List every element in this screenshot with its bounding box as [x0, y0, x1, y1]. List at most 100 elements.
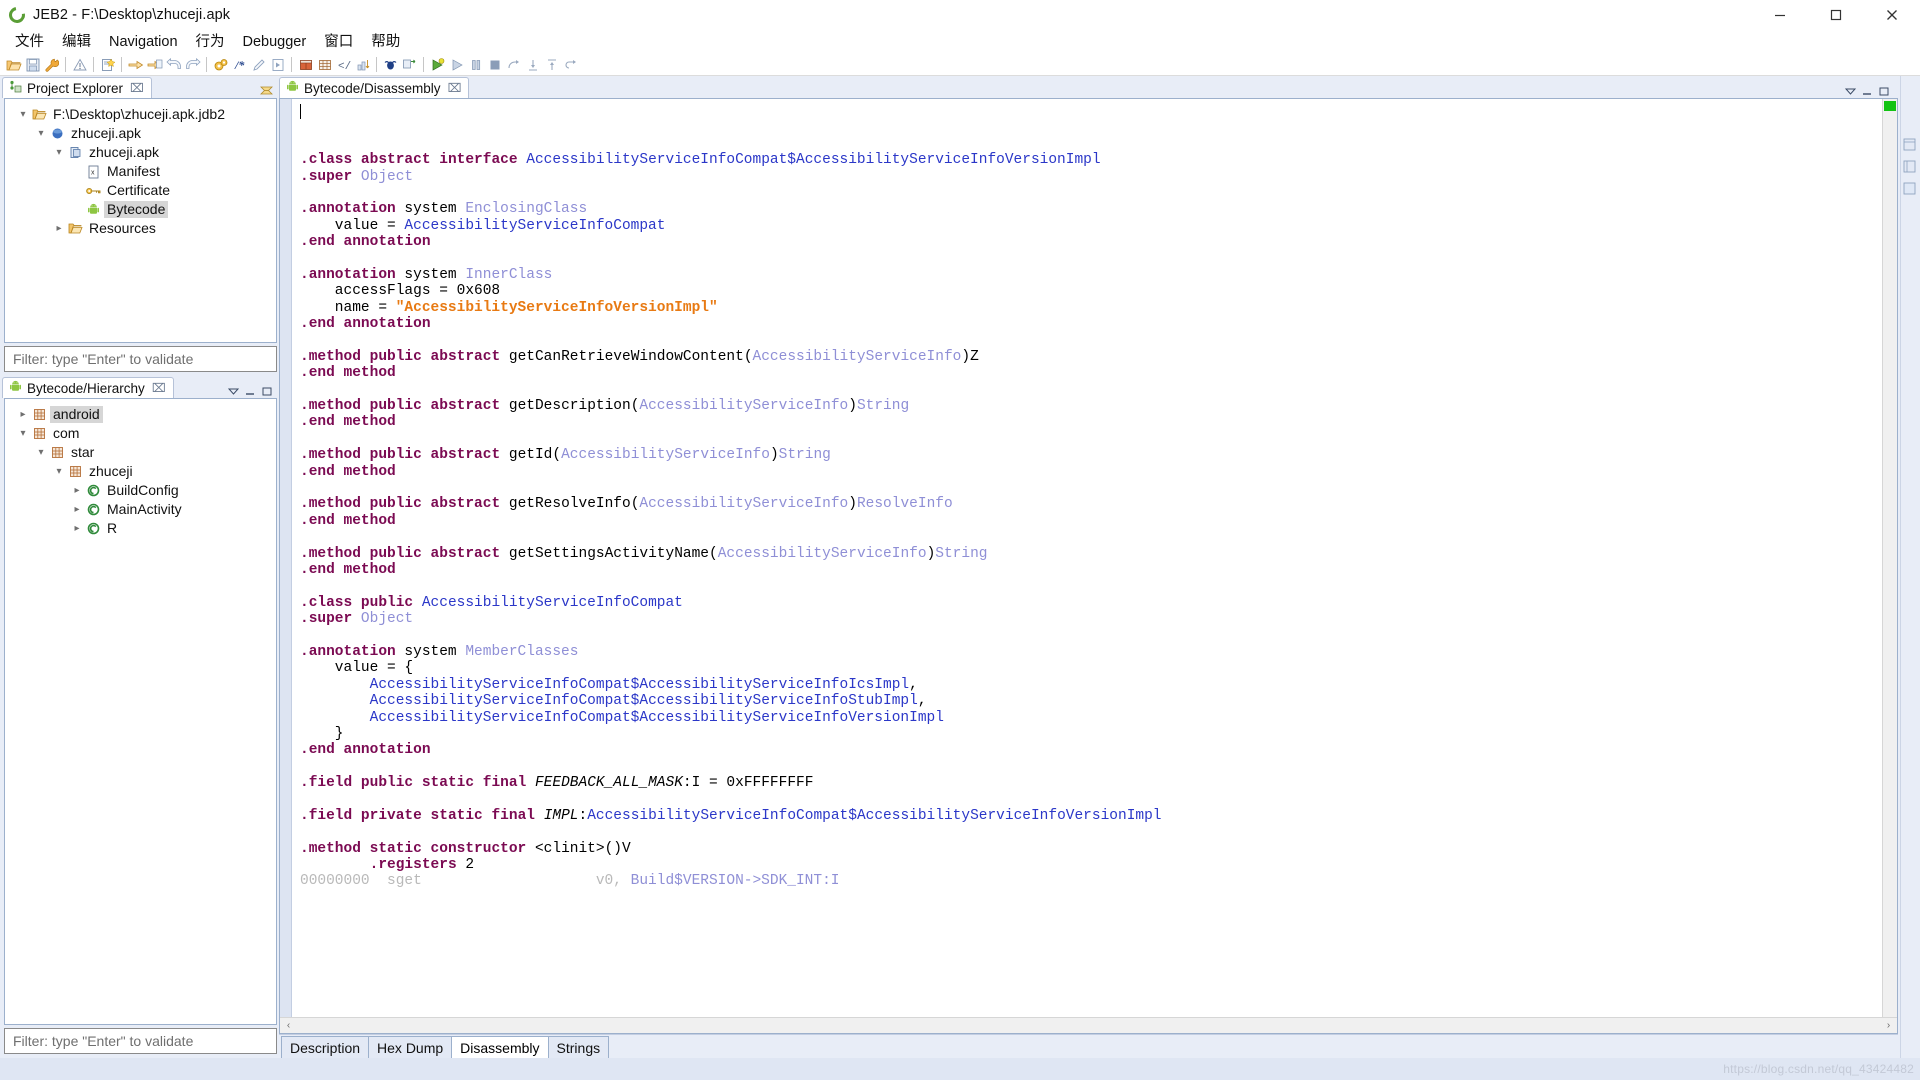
warning-icon[interactable] [70, 55, 89, 74]
maximize-panel-icon[interactable] [1879, 87, 1890, 96]
menu-edit[interactable]: 编辑 [53, 31, 100, 53]
scroll-left-icon[interactable]: ‹ [282, 1020, 295, 1031]
project-explorer-filter[interactable] [4, 346, 277, 372]
tree-item-apk-unit[interactable]: ▾ zhuceji.apk [5, 143, 276, 162]
minimize-panel-icon[interactable] [245, 387, 256, 396]
comment-icon[interactable]: /* [230, 55, 249, 74]
hierarchy-filter[interactable] [4, 1028, 277, 1054]
maximize-panel-icon[interactable] [262, 387, 273, 396]
table-icon[interactable] [296, 55, 315, 74]
minimized-view-icon-1[interactable] [1903, 138, 1917, 152]
gears-icon[interactable] [211, 55, 230, 74]
editor-horizontal-scrollbar[interactable]: ‹ › [280, 1017, 1897, 1033]
step-return-icon[interactable] [542, 55, 561, 74]
chevron-down-icon[interactable]: ▾ [15, 428, 31, 439]
tree-item-bytecode[interactable]: Bytecode [5, 200, 276, 219]
minimized-view-icon-2[interactable] [1903, 160, 1917, 174]
tree-item-resources[interactable]: ▸ Resources [5, 219, 276, 238]
tree-item-com-package[interactable]: ▾ com [5, 424, 276, 443]
tab-disassembly[interactable]: Disassembly [451, 1036, 549, 1058]
tab-strings[interactable]: Strings [547, 1036, 610, 1058]
tree-item-project-root[interactable]: ▾ F:\Desktop\zhuceji.apk.jdb2 [5, 105, 276, 124]
open-folder-icon[interactable] [4, 55, 23, 74]
export-document-icon[interactable] [145, 55, 164, 74]
maximize-button[interactable] [1808, 0, 1864, 30]
chevron-down-icon[interactable]: ▾ [33, 128, 49, 139]
close-button[interactable] [1864, 0, 1920, 30]
debug-run-icon[interactable] [428, 55, 447, 74]
menu-help[interactable]: 帮助 [362, 31, 409, 53]
step-into-icon[interactable] [523, 55, 542, 74]
import-arrow-icon[interactable] [126, 55, 145, 74]
code-token: .end annotation [300, 316, 431, 333]
menu-action[interactable]: 行为 [187, 31, 234, 53]
tree-item-zhuceji-package[interactable]: ▾ zhuceji [5, 462, 276, 481]
close-icon[interactable]: ⌧ [448, 81, 462, 95]
debug-step-icon[interactable] [400, 55, 419, 74]
forward-arrow-icon[interactable] [183, 55, 202, 74]
view-menu-icon[interactable] [1845, 87, 1856, 96]
chevron-right-icon[interactable]: ▸ [69, 485, 85, 496]
tab-bytecode-hierarchy[interactable]: Bytecode/Hierarchy ⌧ [2, 377, 174, 398]
tree-item-star-package[interactable]: ▾ star [5, 443, 276, 462]
tree-item-certificate[interactable]: Certificate [5, 181, 276, 200]
tab-hex-dump[interactable]: Hex Dump [368, 1036, 453, 1058]
code-token: .field [300, 807, 361, 824]
chevron-right-icon[interactable]: ▸ [69, 523, 85, 534]
project-explorer-filter-input[interactable] [11, 350, 270, 368]
tree-item-mainactivity-class[interactable]: ▸ MainActivity [5, 500, 276, 519]
hierarchy-filter-input[interactable] [11, 1032, 270, 1050]
view-menu-icon[interactable] [260, 85, 273, 96]
code-brackets-icon[interactable]: </> [334, 55, 353, 74]
run-script-icon[interactable] [268, 55, 287, 74]
menu-navigation[interactable]: Navigation [100, 31, 187, 53]
editor-vertical-scrollbar[interactable] [1882, 99, 1897, 1017]
disassembly-code-view[interactable]: .class abstract interface AccessibilityS… [292, 99, 1897, 1017]
scroll-right-icon[interactable]: › [1882, 1020, 1895, 1031]
back-arrow-icon[interactable] [164, 55, 183, 74]
chevron-down-icon[interactable]: ▾ [51, 147, 67, 158]
tree-item-android-package[interactable]: ▸ android [5, 405, 276, 424]
tab-description[interactable]: Description [281, 1036, 370, 1058]
step-over-icon[interactable] [504, 55, 523, 74]
bug-icon[interactable] [381, 55, 400, 74]
menu-file[interactable]: 文件 [6, 31, 53, 53]
pencil-icon[interactable] [249, 55, 268, 74]
code-token: : [578, 807, 588, 824]
code-token: , [917, 693, 927, 710]
new-document-icon[interactable] [98, 55, 117, 74]
tab-project-explorer[interactable]: Project Explorer ⌧ [2, 77, 152, 98]
hierarchy-tree-container[interactable]: ▸ android ▾ com ▾ star ▾ zhuceji ▸ Build… [4, 398, 277, 1025]
tree-item-apk-project[interactable]: ▾ zhuceji.apk [5, 124, 276, 143]
debug-play-icon[interactable] [447, 55, 466, 74]
menu-window[interactable]: 窗口 [315, 31, 362, 53]
sort-icon[interactable] [353, 55, 372, 74]
minimized-view-icon-3[interactable] [1903, 182, 1917, 196]
tree-item-buildconfig-class[interactable]: ▸ BuildConfig [5, 481, 276, 500]
chevron-down-icon[interactable]: ▾ [51, 466, 67, 477]
view-menu-icon[interactable] [228, 387, 239, 396]
close-icon[interactable]: ⌧ [152, 381, 166, 395]
wrench-icon[interactable] [42, 55, 61, 74]
step-out-icon[interactable] [561, 55, 580, 74]
chevron-right-icon[interactable]: ▸ [51, 223, 67, 234]
save-icon[interactable] [23, 55, 42, 74]
debug-stop-icon[interactable] [485, 55, 504, 74]
minimize-panel-icon[interactable] [1862, 87, 1873, 96]
project-explorer-tree-container[interactable]: ▾ F:\Desktop\zhuceji.apk.jdb2 ▾ zhuceji.… [4, 98, 277, 343]
chevron-right-icon[interactable]: ▸ [69, 504, 85, 515]
chevron-right-icon[interactable]: ▸ [15, 409, 31, 420]
scrollbar-thumb[interactable] [1884, 101, 1896, 111]
minimize-button[interactable] [1752, 0, 1808, 30]
tab-bytecode-disassembly[interactable]: Bytecode/Disassembly ⌧ [279, 77, 470, 98]
debug-pause-icon[interactable] [466, 55, 485, 74]
menu-debugger[interactable]: Debugger [234, 31, 316, 53]
chevron-down-icon[interactable]: ▾ [33, 447, 49, 458]
code-token: Object [360, 168, 414, 185]
tree-item-r-class[interactable]: ▸ R [5, 519, 276, 538]
grid-icon[interactable] [315, 55, 334, 74]
tree-item-manifest[interactable]: x Manifest [5, 162, 276, 181]
close-icon[interactable]: ⌧ [130, 81, 144, 95]
chevron-down-icon[interactable]: ▾ [15, 109, 31, 120]
